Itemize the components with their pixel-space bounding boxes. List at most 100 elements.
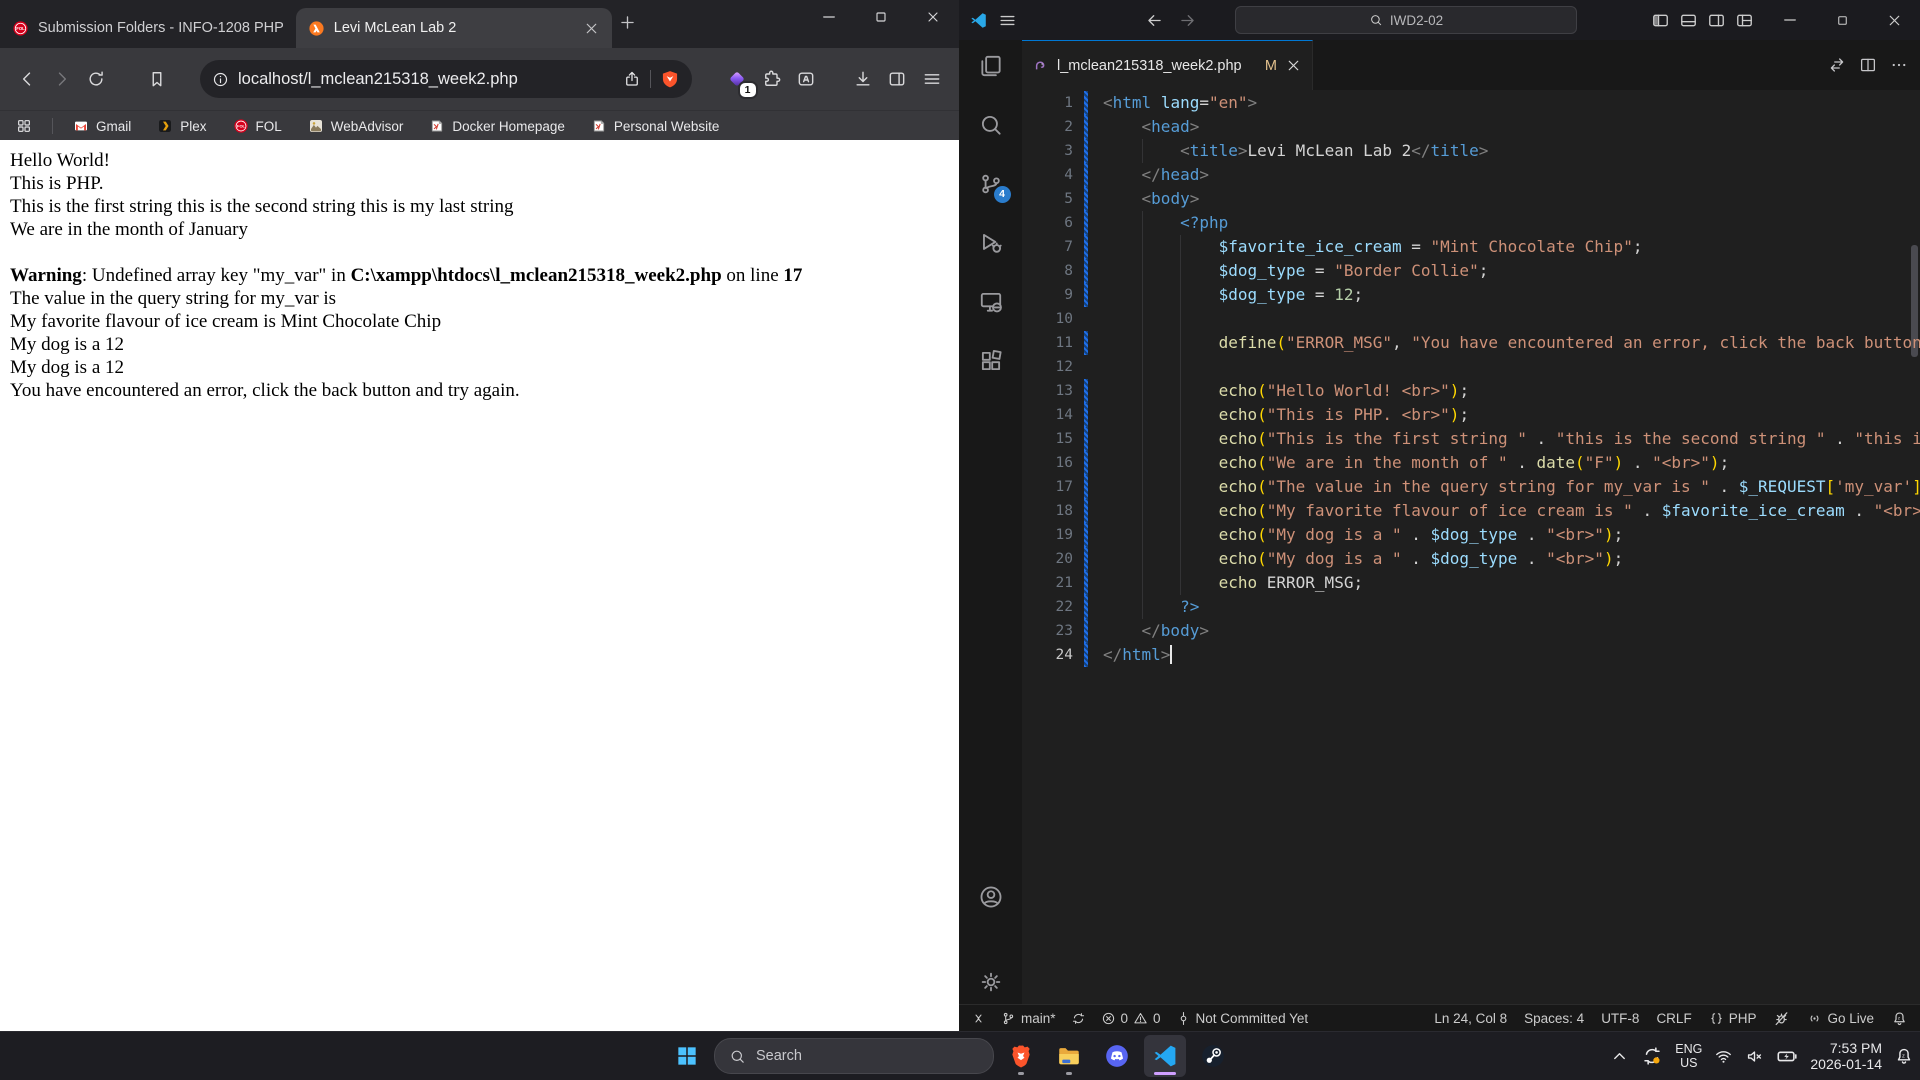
more-actions-icon[interactable] xyxy=(1890,56,1908,74)
code-line-4[interactable]: 4 </head> xyxy=(1022,163,1920,187)
browser-tab-active[interactable]: Levi McLean Lab 2 xyxy=(296,8,612,48)
code-line-9[interactable]: 9 $dog_type = 12; xyxy=(1022,283,1920,307)
close-button[interactable] xyxy=(1868,0,1920,40)
code-line-23[interactable]: 23 </body> xyxy=(1022,619,1920,643)
start-button[interactable] xyxy=(666,1035,708,1077)
language-indicator[interactable]: ENGUS xyxy=(1675,1042,1702,1070)
minimize-button[interactable] xyxy=(1764,0,1816,40)
new-tab-button[interactable] xyxy=(618,13,648,43)
taskbar-app-discord[interactable] xyxy=(1096,1035,1138,1077)
clock[interactable]: 7:53 PM 2026-01-14 xyxy=(1810,1040,1882,1072)
code-line-16[interactable]: 16 echo("We are in the month of " . date… xyxy=(1022,451,1920,475)
reload-button[interactable] xyxy=(83,64,110,94)
bookmark-item[interactable]: Docker Homepage xyxy=(429,118,565,134)
activity-files-icon[interactable] xyxy=(978,53,1004,79)
code-line-13[interactable]: 13 echo("Hello World! <br>"); xyxy=(1022,379,1920,403)
site-info-icon[interactable] xyxy=(212,71,229,88)
code-line-15[interactable]: 15 echo("This is the first string " . "t… xyxy=(1022,427,1920,451)
debug-listener-status[interactable] xyxy=(1773,1010,1790,1027)
bookmark-item[interactable]: WebAdvisor xyxy=(308,118,404,134)
leo-ai-button[interactable]: 1 xyxy=(724,64,751,94)
code-line-6[interactable]: 6 <?php xyxy=(1022,211,1920,235)
tab-close-icon[interactable] xyxy=(583,20,600,37)
code-line-21[interactable]: 21 echo ERROR_MSG; xyxy=(1022,571,1920,595)
toggle-secondary-sidebar-icon[interactable] xyxy=(1707,11,1726,30)
close-button[interactable] xyxy=(907,0,959,34)
editor-tab-active[interactable]: l_mclean215318_week2.php M xyxy=(1022,40,1313,90)
code-editor[interactable]: 1<html lang="en">2 <head>3 <title>Levi M… xyxy=(1022,90,1920,1005)
taskbar-search[interactable]: Search xyxy=(714,1038,994,1074)
address-bar[interactable]: localhost/l_mclean215318_week2.php xyxy=(200,60,692,98)
account-icon[interactable] xyxy=(978,884,1004,910)
taskbar-app-brave[interactable] xyxy=(1000,1035,1042,1077)
bookmark-item[interactable]: Gmail xyxy=(73,118,131,134)
activity-debug-icon[interactable] xyxy=(978,230,1004,256)
volume-muted-icon[interactable] xyxy=(1745,1047,1764,1066)
problems-status[interactable]: 0 0 xyxy=(1101,1011,1161,1026)
activity-search-icon[interactable] xyxy=(978,112,1004,138)
taskbar-app-steam[interactable] xyxy=(1192,1035,1234,1077)
toggle-sidebar-icon[interactable] xyxy=(1651,11,1670,30)
taskbar-app-vscode[interactable] xyxy=(1144,1035,1186,1077)
code-line-17[interactable]: 17 echo("The value in the query string f… xyxy=(1022,475,1920,499)
reading-mode-button[interactable] xyxy=(793,64,820,94)
activity-scm-icon[interactable]: 4 xyxy=(978,171,1004,197)
code-line-10[interactable]: 10 xyxy=(1022,307,1920,331)
code-line-12[interactable]: 12 xyxy=(1022,355,1920,379)
browser-tab-inactive[interactable]: FOL Submission Folders - INFO-1208 PHP xyxy=(0,8,296,48)
vscode-menu-icon[interactable] xyxy=(998,11,1017,30)
split-editor-icon[interactable] xyxy=(1859,56,1877,74)
notifications-button[interactable]: z xyxy=(1891,1010,1908,1027)
cursor-position[interactable]: Ln 24, Col 8 xyxy=(1434,1011,1507,1026)
activity-remote-icon[interactable] xyxy=(978,289,1004,315)
minimize-button[interactable] xyxy=(803,0,855,34)
bookmark-item[interactable]: Personal Website xyxy=(591,118,720,134)
nav-back-icon[interactable] xyxy=(1145,11,1164,30)
code-line-2[interactable]: 2 <head> xyxy=(1022,115,1920,139)
code-line-22[interactable]: 22 ?> xyxy=(1022,595,1920,619)
wifi-icon[interactable] xyxy=(1714,1047,1733,1066)
extensions-button[interactable] xyxy=(759,64,786,94)
customize-layout-icon[interactable] xyxy=(1735,11,1754,30)
share-icon[interactable] xyxy=(623,70,641,88)
sidebar-button[interactable] xyxy=(884,64,911,94)
open-changes-icon[interactable] xyxy=(1828,56,1846,74)
code-line-11[interactable]: 11 define("ERROR_MSG", "You have encount… xyxy=(1022,331,1920,355)
bookmark-item[interactable]: FOL FOL xyxy=(233,118,282,134)
update-sync-icon[interactable] xyxy=(1641,1045,1663,1067)
remote-indicator[interactable] xyxy=(971,1011,986,1026)
code-line-1[interactable]: 1<html lang="en"> xyxy=(1022,91,1920,115)
indentation-status[interactable]: Spaces: 4 xyxy=(1524,1011,1584,1026)
code-line-19[interactable]: 19 echo("My dog is a " . $dog_type . "<b… xyxy=(1022,523,1920,547)
code-line-20[interactable]: 20 echo("My dog is a " . $dog_type . "<b… xyxy=(1022,547,1920,571)
encoding-status[interactable]: UTF-8 xyxy=(1601,1011,1639,1026)
maximize-button[interactable] xyxy=(855,0,907,34)
activity-ext-icon[interactable] xyxy=(978,348,1004,374)
eol-status[interactable]: CRLF xyxy=(1656,1011,1691,1026)
nav-forward-icon[interactable] xyxy=(1178,11,1197,30)
url-text[interactable]: localhost/l_mclean215318_week2.php xyxy=(238,70,614,89)
command-search-box[interactable]: IWD2-02 xyxy=(1235,6,1577,34)
tab-close-icon[interactable] xyxy=(1285,57,1302,74)
go-live-button[interactable]: Go Live xyxy=(1807,1011,1874,1026)
code-line-5[interactable]: 5 <body> xyxy=(1022,187,1920,211)
toggle-panel-icon[interactable] xyxy=(1679,11,1698,30)
notification-bell-icon[interactable]: z xyxy=(1894,1046,1914,1066)
code-line-8[interactable]: 8 $dog_type = "Border Collie"; xyxy=(1022,259,1920,283)
maximize-button[interactable] xyxy=(1816,0,1868,40)
code-line-14[interactable]: 14 echo("This is PHP. <br>"); xyxy=(1022,403,1920,427)
downloads-button[interactable] xyxy=(850,64,877,94)
code-line-3[interactable]: 3 <title>Levi McLean Lab 2</title> xyxy=(1022,139,1920,163)
back-button[interactable] xyxy=(14,64,41,94)
code-line-24[interactable]: 24</html> xyxy=(1022,643,1920,667)
code-line-7[interactable]: 7 $favorite_ice_cream = "Mint Chocolate … xyxy=(1022,235,1920,259)
git-branch-status[interactable]: main* xyxy=(1001,1011,1056,1026)
brave-shield-icon[interactable] xyxy=(660,69,680,89)
battery-icon[interactable] xyxy=(1776,1045,1798,1067)
apps-grid-button[interactable] xyxy=(16,118,32,134)
publish-changes-button[interactable] xyxy=(1071,1011,1086,1026)
tray-overflow-icon[interactable] xyxy=(1610,1047,1629,1066)
bookmark-item[interactable]: Plex xyxy=(157,118,206,134)
browser-menu-button[interactable] xyxy=(919,64,946,94)
git-commit-status[interactable]: Not Committed Yet xyxy=(1176,1011,1309,1026)
